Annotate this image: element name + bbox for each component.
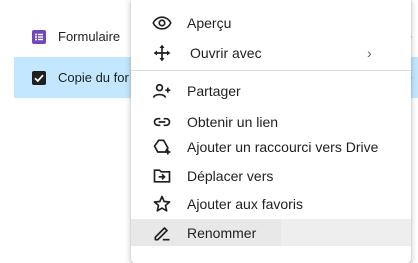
file-name: Copie du for	[58, 70, 129, 85]
menu-item-label: Renommer	[187, 224, 257, 241]
menu-item-label: Déplacer vers	[187, 167, 274, 184]
menu-item-favoris[interactable]: Ajouter aux favoris	[131, 190, 411, 217]
menu-item-ouvrir-avec[interactable]: Ouvrir avec ›	[131, 39, 411, 66]
menu-divider	[131, 70, 411, 71]
file-name: Formulaire	[58, 29, 121, 44]
star-icon	[150, 192, 174, 216]
menu-item-label: Partager	[187, 82, 241, 99]
menu-item-renommer[interactable]: Renommer	[131, 219, 411, 246]
menu-item-deplacer[interactable]: Déplacer vers	[131, 162, 411, 189]
chevron-right-icon: ›	[367, 44, 372, 61]
link-icon	[150, 110, 174, 134]
menu-item-obtenir-lien[interactable]: Obtenir un lien	[131, 108, 411, 135]
menu-item-label: Ajouter un raccourci vers Drive	[187, 138, 379, 155]
menu-item-ajouter-raccourci[interactable]: Ajouter un raccourci vers Drive	[131, 133, 411, 160]
google-forms-icon	[32, 29, 46, 44]
eye-icon	[150, 11, 174, 35]
move-to-folder-icon	[150, 164, 174, 188]
add-to-drive-icon	[150, 135, 174, 159]
menu-item-label: Ouvrir avec	[190, 44, 262, 61]
menu-item-apercu[interactable]: Aperçu	[131, 9, 411, 36]
move-arrows-icon	[150, 41, 174, 65]
checkbox-checked-icon[interactable]	[32, 70, 46, 85]
drive-screen: Formulaire e Copie du for e Aperçu Ouvri…	[0, 0, 418, 263]
menu-item-label: Aperçu	[187, 14, 232, 31]
menu-item-label: Ajouter aux favoris	[187, 195, 303, 212]
menu-item-label: Obtenir un lien	[187, 113, 279, 130]
edit-pencil-icon	[150, 221, 174, 245]
person-add-icon	[150, 79, 174, 103]
context-menu: Aperçu Ouvrir avec › Partager Obtenir un…	[131, 0, 411, 263]
menu-item-partager[interactable]: Partager	[131, 77, 411, 104]
